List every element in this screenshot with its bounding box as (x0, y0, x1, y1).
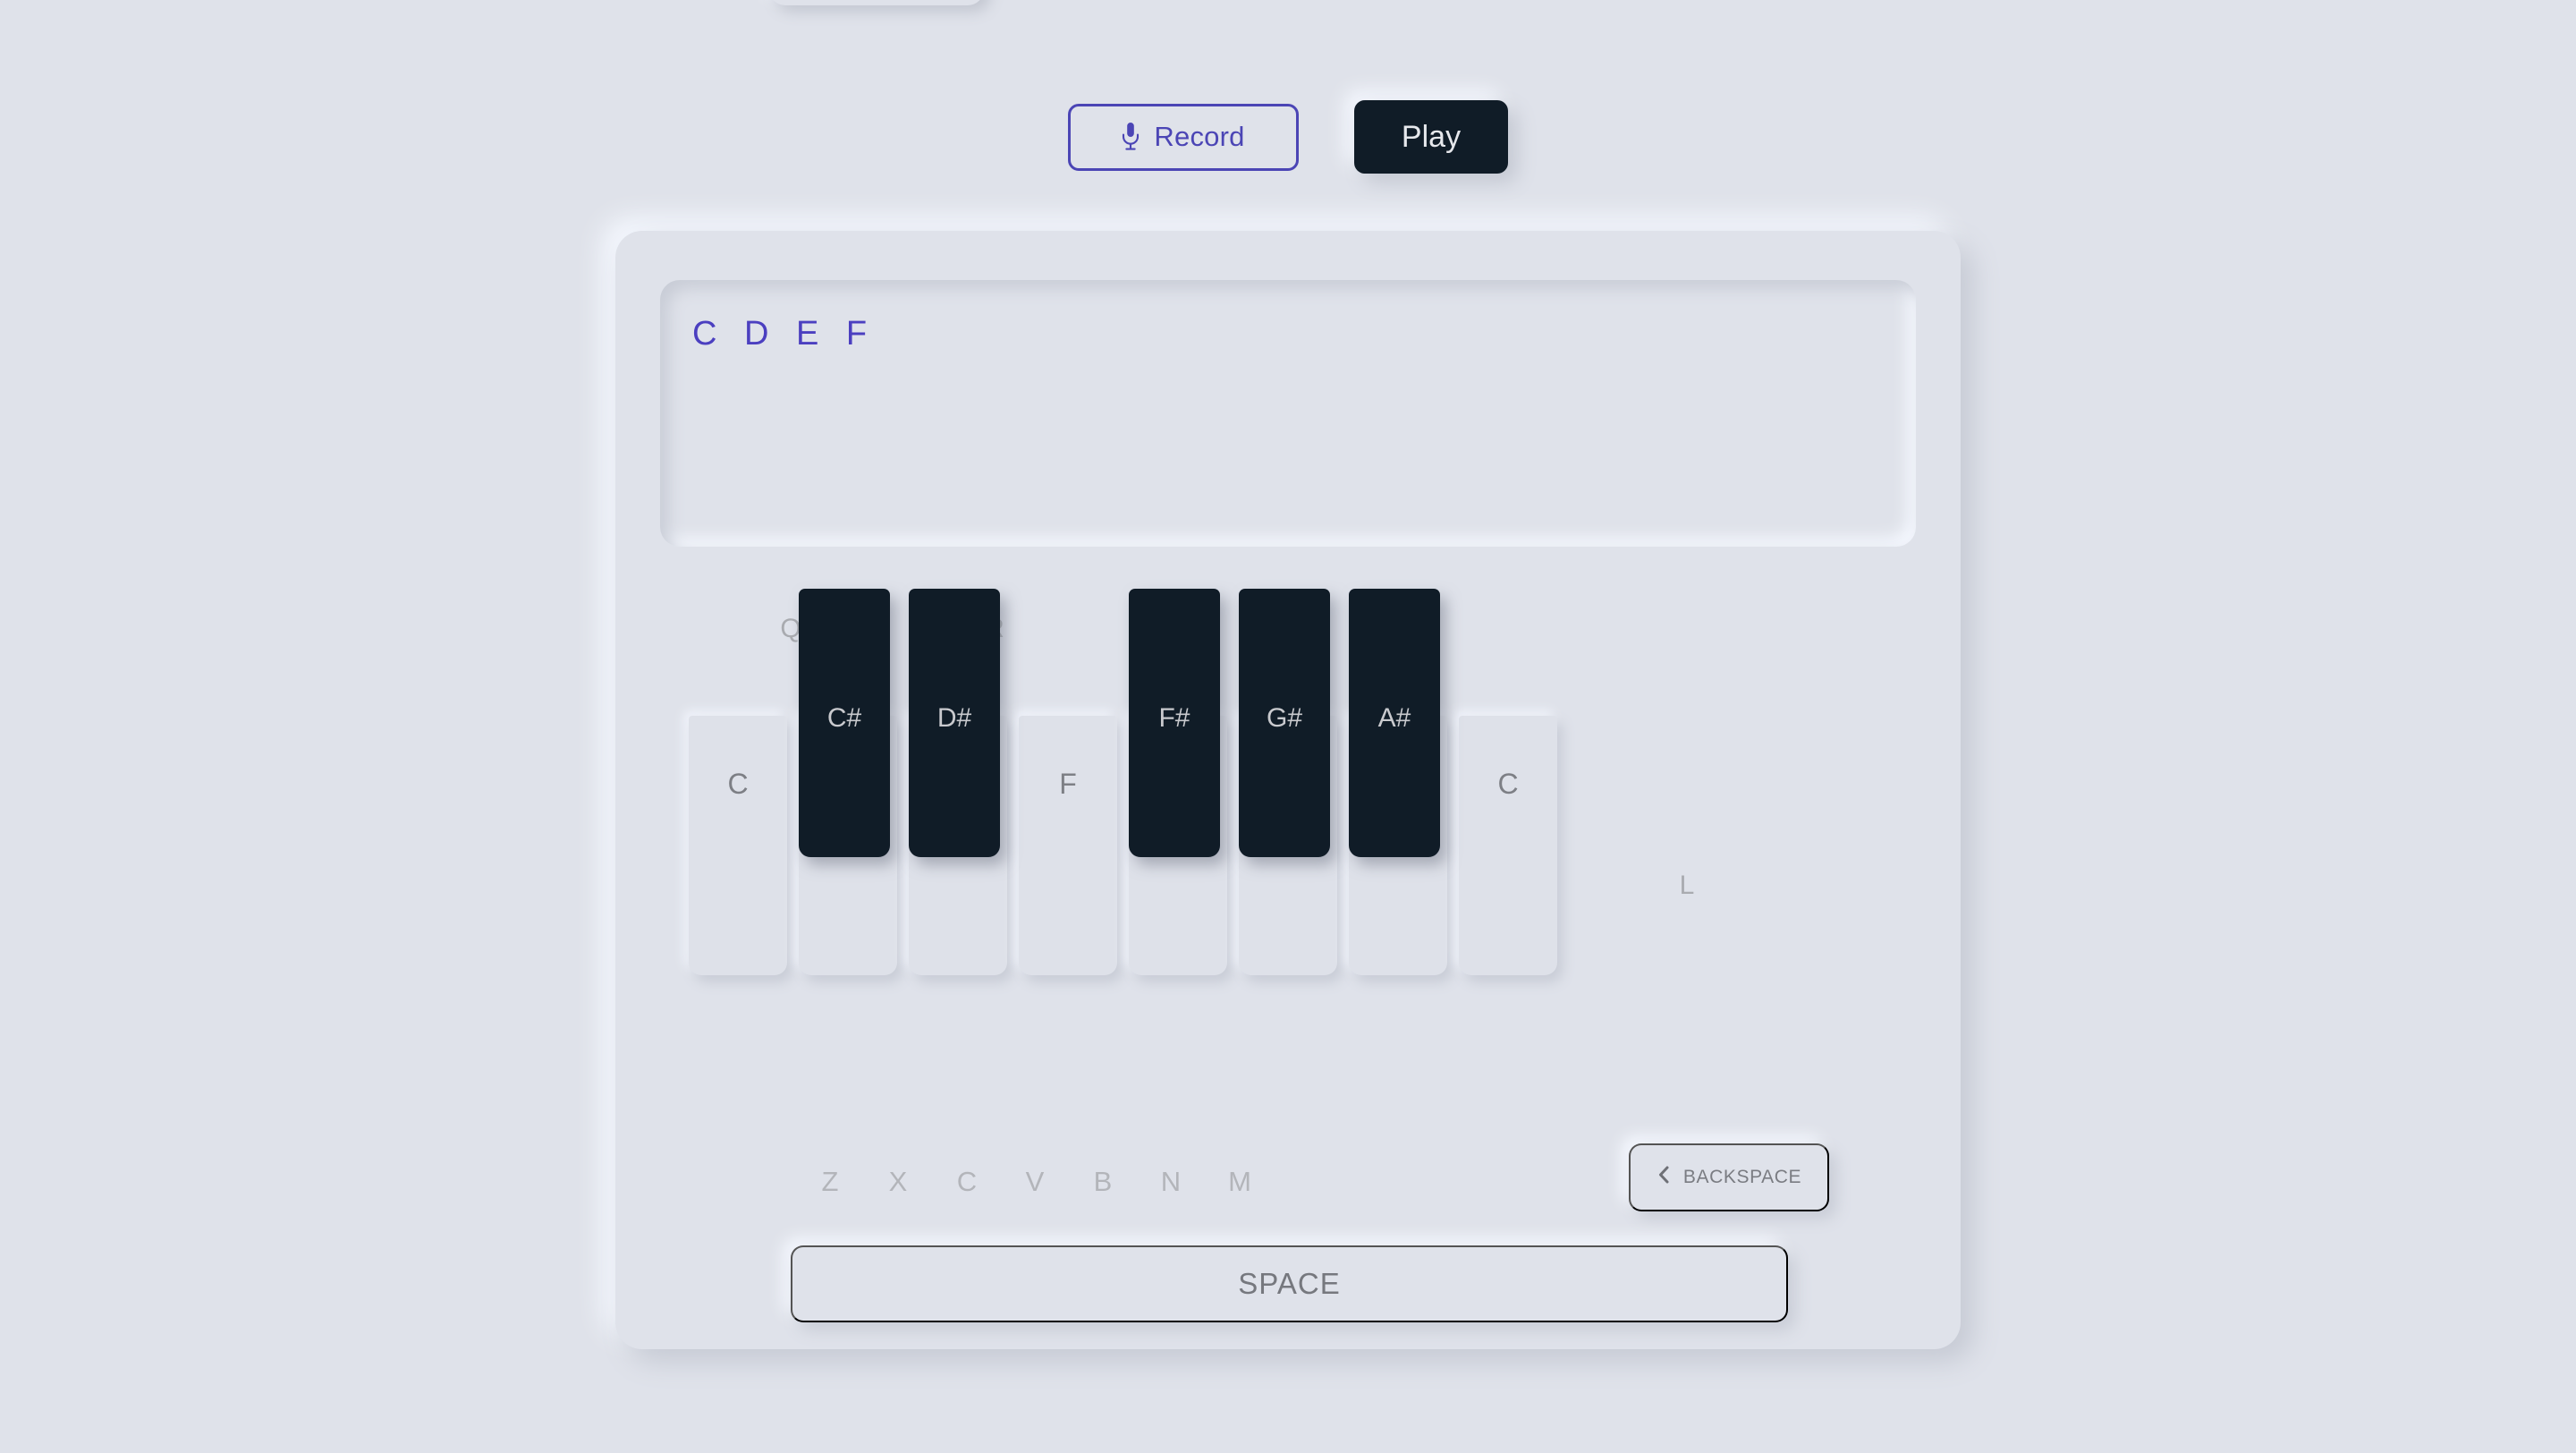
play-button[interactable]: Play (1354, 100, 1508, 174)
record-button-label: Record (1154, 121, 1245, 152)
key-hint-x-bottom: X (888, 1166, 908, 1197)
key-hint-b-bottom: B (1093, 1166, 1113, 1197)
black-key-label: A# (1377, 703, 1411, 733)
key-hint-v-bottom: V (1025, 1166, 1045, 1197)
record-button[interactable]: Record (1068, 103, 1299, 171)
black-key-label: C# (826, 703, 862, 733)
backspace-button[interactable]: BACKSPACE (1629, 1143, 1829, 1211)
key-hint-z-bottom: Z (821, 1166, 839, 1197)
bottom-key-hints-row: M N B V C X Z BACKSPACE (615, 1143, 1961, 1242)
black-key-dsharp[interactable]: D# (909, 589, 1000, 857)
chevron-left-icon (1657, 1165, 1671, 1190)
black-key-asharp[interactable]: A# (1349, 589, 1440, 857)
key-hint-c-bottom: C (956, 1166, 978, 1197)
black-key-csharp[interactable]: C# (799, 589, 890, 857)
piano-keyboard: QRIOP CDEFGABC L C#D#F#G#A# (615, 589, 1961, 1090)
microphone-icon (1122, 122, 1140, 152)
backspace-label: BACKSPACE (1682, 1167, 1802, 1187)
notes-text: C D E F (692, 315, 877, 353)
space-button[interactable]: SPACE (791, 1245, 1788, 1322)
black-keys-row: C# D# F# G# A# (689, 589, 1673, 857)
key-hint-n-bottom: N (1160, 1166, 1182, 1197)
black-key-label: D# (936, 703, 972, 733)
notes-display[interactable]: C D E F (660, 280, 1916, 547)
synth-panel: C D E F QRIOP CDEFGABC L C#D#F#G#A# MNBV… (615, 231, 1961, 1349)
clipped-top-element (769, 0, 984, 5)
key-hint-l: L (1679, 871, 1695, 900)
black-key-fsharp[interactable]: F# (1129, 589, 1220, 857)
transport-controls: Record Play (0, 100, 2576, 174)
key-hint-m-bottom: M (1228, 1166, 1251, 1197)
black-key-label: G# (1266, 703, 1303, 733)
black-key-gsharp[interactable]: G# (1239, 589, 1330, 857)
black-key-label: F# (1158, 703, 1191, 733)
